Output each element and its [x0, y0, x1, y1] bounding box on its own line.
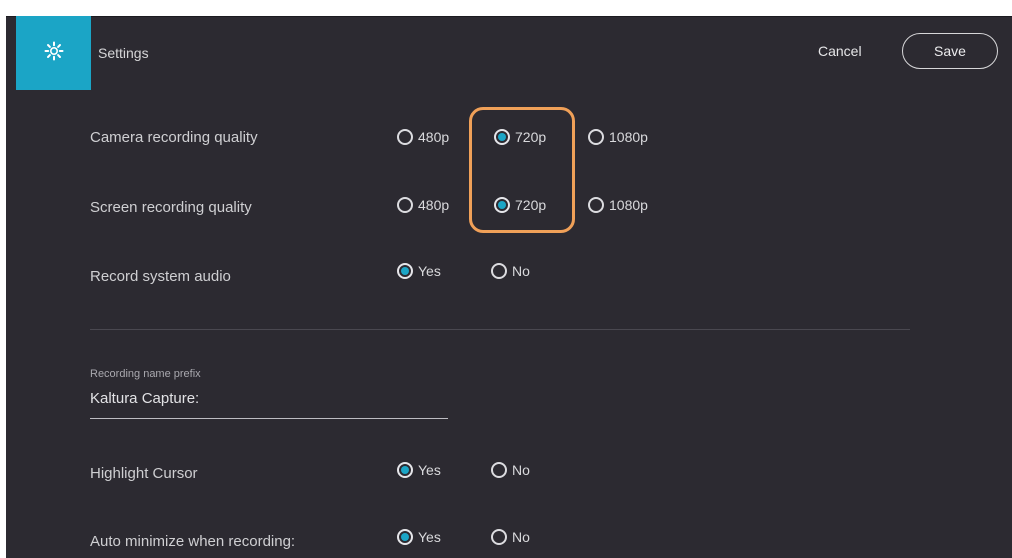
page-title: Settings [98, 45, 149, 61]
settings-window: Settings Cancel Save Camera recording qu… [6, 16, 1012, 558]
radio-label: No [512, 462, 530, 478]
system-audio-no-radio[interactable]: No [491, 263, 530, 279]
auto-minimize-yes-radio[interactable]: Yes [397, 529, 441, 545]
radio-checked-icon [397, 263, 413, 279]
radio-label: 480p [418, 197, 450, 213]
radio-unchecked-icon [588, 129, 604, 145]
window-top-border [6, 16, 1012, 17]
radio-label: Yes [418, 529, 441, 545]
radio-label: 720p [515, 129, 547, 145]
screen-quality-label: Screen recording quality [90, 199, 252, 216]
radio-unchecked-icon [491, 529, 507, 545]
highlight-cursor-no-radio[interactable]: No [491, 462, 530, 478]
save-button[interactable]: Save [902, 33, 998, 69]
screen-quality-1080p-radio[interactable]: 1080p [588, 197, 648, 213]
system-audio-yes-radio[interactable]: Yes [397, 263, 441, 279]
camera-quality-480p-radio[interactable]: 480p [397, 129, 449, 145]
radio-label: No [512, 263, 530, 279]
radio-checked-icon [397, 529, 413, 545]
radio-unchecked-icon [588, 197, 604, 213]
name-prefix-label: Recording name prefix [90, 368, 201, 380]
radio-label: 720p [515, 197, 547, 213]
radio-label: No [512, 529, 530, 545]
save-button-label: Save [934, 43, 966, 59]
radio-label: 1080p [609, 129, 648, 145]
radio-unchecked-icon [397, 129, 413, 145]
highlight-cursor-label: Highlight Cursor [90, 465, 198, 482]
radio-label: Yes [418, 462, 441, 478]
camera-quality-720p-radio[interactable]: 720p [494, 129, 546, 145]
radio-label: 1080p [609, 197, 648, 213]
settings-icon-tile [16, 16, 91, 90]
cancel-button[interactable]: Cancel [818, 43, 862, 59]
camera-quality-label: Camera recording quality [90, 129, 258, 146]
system-audio-label: Record system audio [90, 268, 231, 285]
radio-unchecked-icon [491, 462, 507, 478]
highlight-annotation-box [469, 107, 575, 233]
highlight-cursor-yes-radio[interactable]: Yes [397, 462, 441, 478]
radio-checked-icon [494, 197, 510, 213]
name-prefix-input[interactable] [90, 385, 448, 419]
screen-quality-720p-radio[interactable]: 720p [494, 197, 546, 213]
camera-quality-1080p-radio[interactable]: 1080p [588, 129, 648, 145]
radio-label: Yes [418, 263, 441, 279]
radio-checked-icon [494, 129, 510, 145]
radio-label: 480p [418, 129, 450, 145]
radio-unchecked-icon [397, 197, 413, 213]
radio-unchecked-icon [491, 263, 507, 279]
auto-minimize-label: Auto minimize when recording: [90, 533, 296, 550]
section-divider [90, 329, 910, 330]
gear-icon [44, 41, 64, 66]
radio-checked-icon [397, 462, 413, 478]
screen-quality-480p-radio[interactable]: 480p [397, 197, 449, 213]
auto-minimize-no-radio[interactable]: No [491, 529, 530, 545]
